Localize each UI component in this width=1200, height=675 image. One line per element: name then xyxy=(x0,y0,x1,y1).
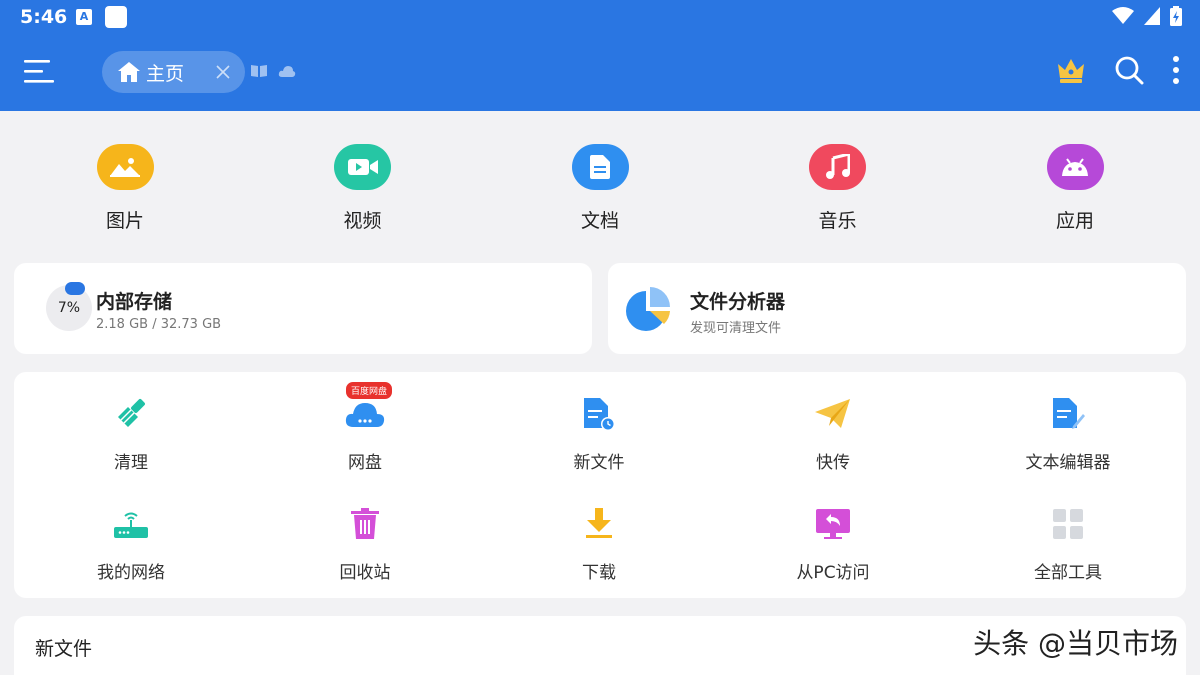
menu-icon[interactable] xyxy=(24,58,54,86)
tool-clean[interactable]: 清理 xyxy=(51,392,211,473)
category-label: 视频 xyxy=(343,210,382,232)
internal-storage-card[interactable]: 7% 内部存储 2.18 GB / 32.73 GB xyxy=(14,263,592,354)
cloud-icon[interactable] xyxy=(278,64,296,78)
tool-new-files[interactable]: 新文件 xyxy=(519,392,679,473)
video-icon xyxy=(334,144,391,190)
tab-home[interactable]: 主页 xyxy=(102,51,245,93)
tool-label: 文本编辑器 xyxy=(1025,453,1111,473)
category-label: 音乐 xyxy=(818,210,857,232)
more-vertical-icon xyxy=(1173,56,1179,84)
grid-icon xyxy=(1046,502,1090,546)
top-actions xyxy=(1056,55,1180,85)
pie-chart-icon xyxy=(626,287,670,331)
tool-label: 快传 xyxy=(816,453,850,473)
tool-label: 下载 xyxy=(582,563,616,583)
image-icon xyxy=(96,144,154,190)
tool-recycle-bin[interactable]: 回收站 xyxy=(285,502,445,583)
recent-files-title: 新文件 xyxy=(35,638,93,660)
download-icon xyxy=(577,502,621,546)
file-analyzer-card[interactable]: 文件分析器 发现可清理文件 xyxy=(608,263,1186,354)
baidu-badge: 百度网盘 xyxy=(345,381,394,400)
status-icons xyxy=(1112,6,1182,26)
battery-icon xyxy=(1170,6,1182,26)
tool-my-network[interactable]: 我的网络 xyxy=(51,502,211,583)
home-icon xyxy=(118,62,140,82)
pc-access-icon xyxy=(811,502,855,546)
text-editor-icon xyxy=(1046,392,1090,436)
category-label: 文档 xyxy=(580,210,619,232)
tool-label: 从PC访问 xyxy=(796,563,870,583)
tool-access-from-pc[interactable]: 从PC访问 xyxy=(753,502,913,583)
tool-label: 新文件 xyxy=(573,453,625,473)
tool-label: 网盘 xyxy=(348,453,382,473)
app-bar: 5:46 A 主页 xyxy=(0,0,1200,111)
signal-icon xyxy=(1144,7,1160,25)
new-file-icon xyxy=(577,392,621,436)
storage-title: 内部存储 xyxy=(96,291,173,313)
storage-usage-indicator xyxy=(65,282,85,295)
category-documents[interactable]: 文档 xyxy=(535,130,665,240)
vip-crown-button[interactable] xyxy=(1056,56,1086,84)
storage-usage-ring: 7% xyxy=(46,282,92,331)
crown-icon xyxy=(1058,59,1084,83)
search-icon xyxy=(1115,56,1144,85)
tool-label: 清理 xyxy=(114,453,148,473)
trash-icon xyxy=(343,502,387,546)
tool-download[interactable]: 下载 xyxy=(519,502,679,583)
broom-icon xyxy=(109,392,153,436)
category-apps[interactable]: 应用 xyxy=(1010,130,1140,240)
category-images[interactable]: 图片 xyxy=(60,130,190,240)
close-icon[interactable] xyxy=(215,64,231,80)
document-icon xyxy=(571,144,629,190)
category-row: 图片 视频 文档 音乐 应用 xyxy=(0,130,1200,240)
search-button[interactable] xyxy=(1114,55,1144,85)
music-icon xyxy=(809,144,866,190)
tool-label: 回收站 xyxy=(339,563,391,583)
paper-plane-icon xyxy=(811,392,855,436)
tool-all-tools[interactable]: 全部工具 xyxy=(988,502,1148,583)
book-icon[interactable] xyxy=(250,64,268,78)
tool-label: 全部工具 xyxy=(1034,563,1102,583)
tool-quick-transfer[interactable]: 快传 xyxy=(753,392,913,473)
watermark-text: 头条 @当贝市场 xyxy=(973,627,1178,660)
android-icon xyxy=(1046,144,1104,190)
tool-label: 我的网络 xyxy=(97,563,165,583)
category-music[interactable]: 音乐 xyxy=(773,130,903,240)
status-time: 5:46 xyxy=(20,6,68,28)
tab-extra-icons xyxy=(250,64,296,78)
tool-text-editor[interactable]: 文本编辑器 xyxy=(988,392,1148,473)
category-videos[interactable]: 视频 xyxy=(298,130,428,240)
analyzer-subtitle: 发现可清理文件 xyxy=(690,321,782,336)
notification-square-icon xyxy=(105,6,127,28)
router-icon xyxy=(109,502,153,546)
analyzer-title: 文件分析器 xyxy=(690,291,786,313)
more-options-button[interactable] xyxy=(1172,55,1180,85)
tool-cloud-drive[interactable]: 网盘 xyxy=(285,392,445,473)
category-label: 图片 xyxy=(105,210,144,232)
storage-usage: 2.18 GB / 32.73 GB xyxy=(96,317,222,332)
storage-percent: 7% xyxy=(57,300,81,316)
category-label: 应用 xyxy=(1055,210,1094,232)
tab-home-label: 主页 xyxy=(146,62,185,85)
wifi-icon xyxy=(1112,7,1134,24)
notification-a-icon: A xyxy=(76,9,92,25)
